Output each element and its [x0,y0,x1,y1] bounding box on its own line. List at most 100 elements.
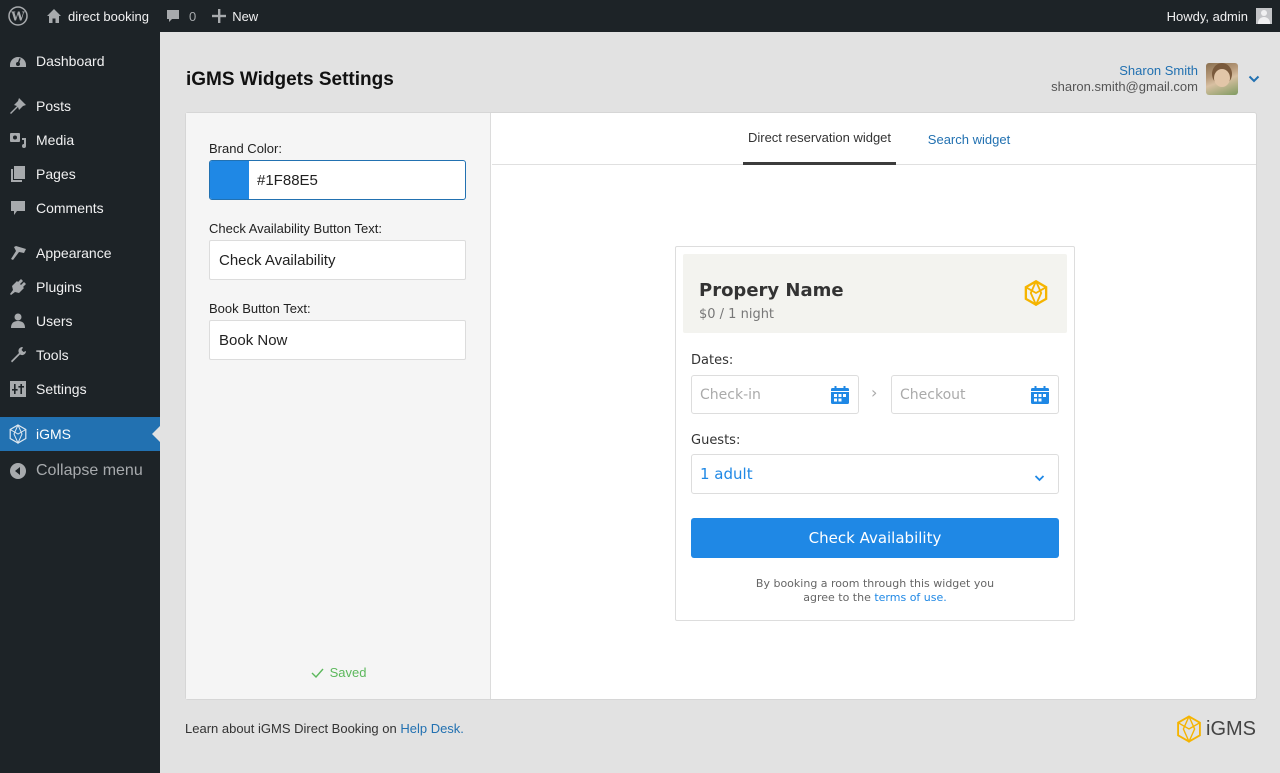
howdy-text: Howdy, admin [1166,8,1248,24]
checkout-placeholder: Checkout [900,386,966,403]
widget-tabs: Direct reservation widget Search widget [492,113,1256,165]
site-name-link[interactable]: direct booking [38,0,157,32]
check-availability-text-input[interactable]: Check Availability [209,240,466,280]
admin-sidebar: Dashboard Posts Media Pages Comments App… [0,32,160,773]
pages-icon [0,165,36,183]
sidebar-label-media: Media [36,132,75,148]
terms-text-line2: agree to the [803,591,875,604]
sidebar-item-settings[interactable]: Settings [0,372,160,406]
sidebar-label-appearance: Appearance [36,245,112,261]
property-price: $0 / 1 night [699,307,775,322]
igms-logo-icon [1023,279,1049,310]
comment-icon [165,8,181,24]
sidebar-item-tools[interactable]: Tools [0,338,160,372]
page-title: iGMS Widgets Settings [186,69,394,90]
footer-text: Learn about iGMS Direct Booking on [185,721,401,736]
user-account-menu[interactable]: Sharon Smith sharon.smith@gmail.com [1051,63,1260,95]
book-button-text-input[interactable]: Book Now [209,320,466,360]
checkout-input[interactable]: Checkout [891,375,1059,414]
svg-text:W: W [10,10,25,24]
wordpress-logo-icon: W [8,6,28,26]
terms-notice: By booking a room through this widget yo… [691,577,1059,605]
sidebar-item-comments[interactable]: Comments [0,191,160,225]
settings-icon [0,380,36,398]
site-name: direct booking [68,8,149,24]
new-label: New [232,8,259,24]
sidebar-label-settings: Settings [36,381,87,397]
sidebar-label-plugins: Plugins [36,279,82,295]
igms-icon [0,424,36,444]
brand-color-input[interactable]: #1F88E5 [209,160,466,200]
sidebar-item-igms[interactable]: iGMS [0,417,160,451]
sidebar-item-users[interactable]: Users [0,304,160,338]
igms-footer-logo: iGMS [1175,715,1256,743]
paintbrush-icon [0,244,36,262]
guests-select[interactable]: 1 adult [691,454,1059,494]
brand-color-label: Brand Color: [209,141,282,156]
sidebar-label-igms: iGMS [36,426,71,442]
saved-text: Saved [329,665,367,680]
new-content-button[interactable]: New [204,0,266,32]
brand-color-swatch[interactable] [210,161,249,199]
sidebar-item-posts[interactable]: Posts [0,89,160,123]
save-status: Saved [186,665,491,680]
home-icon [46,8,62,24]
media-icon [0,131,36,149]
plugin-icon [0,278,36,296]
dashboard-icon [0,52,36,70]
sidebar-item-media[interactable]: Media [0,123,160,157]
user-name: Sharon Smith [1119,63,1198,78]
calendar-icon [830,385,850,409]
sidebar-label-dashboard: Dashboard [36,53,105,69]
footer-help-text: Learn about iGMS Direct Booking on Help … [185,721,464,736]
help-desk-link[interactable]: Help Desk. [400,721,464,736]
user-icon [0,312,36,330]
sidebar-item-dashboard[interactable]: Dashboard [0,44,160,78]
reservation-widget-preview: Propery Name $0 / 1 night Dates: Check-i… [675,246,1075,621]
checkin-input[interactable]: Check-in [691,375,859,414]
collapse-icon [0,462,36,480]
comments-icon [0,199,36,217]
brand-color-value: #1F88E5 [257,171,318,189]
my-account-button[interactable]: Howdy, admin [1167,8,1280,24]
sidebar-label-tools: Tools [36,347,69,363]
terms-text-line1: By booking a room through this widget yo… [755,577,995,590]
comments-link[interactable]: 0 [157,0,204,32]
dates-label: Dates: [691,353,734,368]
user-avatar [1206,63,1238,95]
igms-logo-icon [1175,715,1203,743]
chevron-down-icon[interactable] [1248,75,1260,83]
sidebar-label-users: Users [36,313,73,329]
admin-bar: W direct booking 0 New Howdy, admin [0,0,1280,32]
widget-header: Propery Name $0 / 1 night [683,254,1067,333]
admin-avatar-icon [1256,8,1272,24]
sidebar-label-posts: Posts [36,98,72,114]
sidebar-item-appearance[interactable]: Appearance [0,236,160,270]
guests-value: 1 adult [700,465,753,483]
sidebar-label-pages: Pages [36,166,76,182]
property-name: Propery Name [699,280,844,301]
chevron-right-icon: › [871,383,878,402]
calendar-icon [1030,385,1050,409]
sidebar-item-pages[interactable]: Pages [0,157,160,191]
user-email: sharon.smith@gmail.com [1051,79,1198,94]
pin-icon [0,97,36,115]
comments-count: 0 [188,8,197,24]
tab-direct-reservation[interactable]: Direct reservation widget [743,113,896,165]
plus-icon [212,9,227,23]
check-availability-button[interactable]: Check Availability [691,518,1059,558]
terms-of-use-link[interactable]: terms of use. [874,591,946,604]
tab-search-widget[interactable]: Search widget [910,113,1028,165]
collapse-menu-button[interactable]: Collapse menu [0,454,160,488]
sidebar-label-comments: Comments [36,200,104,216]
checkin-placeholder: Check-in [700,386,761,403]
settings-form: Brand Color: #1F88E5 Check Availability … [186,113,491,699]
book-button-text-label: Book Button Text: [209,301,311,316]
igms-brand-text: iGMS [1206,717,1256,740]
chevron-down-icon [1034,468,1045,486]
sidebar-label-collapse: Collapse menu [36,462,143,479]
check-availability-text-label: Check Availability Button Text: [209,221,382,236]
wordpress-logo-button[interactable]: W [0,0,38,32]
sidebar-item-plugins[interactable]: Plugins [0,270,160,304]
checkmark-icon [311,668,324,678]
